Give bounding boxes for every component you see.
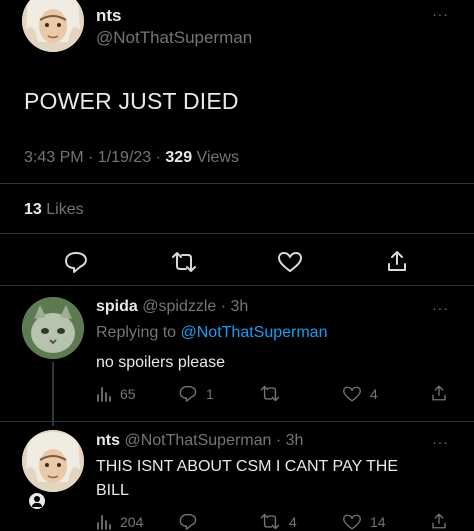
reply1-retweet[interactable] (259, 385, 289, 402)
reply2-text-line2: BILL (96, 482, 129, 499)
main-share-icon[interactable] (385, 249, 409, 273)
reply1-replying-to: Replying to @NotThatSuperman (96, 324, 327, 342)
reply2-retweet[interactable]: 4 (259, 513, 297, 530)
avatar-image (22, 430, 84, 492)
reply1-replying-handle[interactable]: @NotThatSuperman (181, 324, 328, 341)
main-tweet-more-button[interactable]: ··· (432, 6, 449, 22)
reply1-like[interactable]: 4 (342, 385, 378, 403)
reply2-more-button[interactable]: ··· (432, 434, 449, 450)
reply1-views-count: 65 (120, 386, 136, 402)
reply1-like-count: 4 (370, 386, 378, 402)
retweet-icon (260, 513, 280, 530)
reply2-handle-time[interactable]: @NotThatSuperman · 3h (124, 432, 303, 449)
reply1-replying-prefix: Replying to (96, 324, 181, 341)
main-tweet-handle[interactable]: @NotThatSuperman (96, 28, 252, 48)
views-icon (97, 387, 111, 402)
main-tweet-likes-count: 13 (24, 201, 42, 218)
reply2-display-name[interactable]: nts (96, 432, 120, 449)
main-tweet-avatar[interactable] (22, 0, 84, 52)
divider-4 (0, 421, 474, 422)
reply1-text: no spoilers please (96, 354, 225, 371)
main-tweet-views-label: Views (192, 149, 239, 166)
main-tweet-meta: 3:43 PM · 1/19/23 · 329 Views (24, 149, 239, 167)
divider-3 (0, 285, 474, 286)
reply1-header: spida @spidzzle · 3h (96, 298, 248, 316)
reply2-reply[interactable] (178, 512, 206, 531)
main-retweet-icon[interactable] (170, 251, 198, 273)
main-like-icon[interactable] (277, 250, 303, 274)
reply1-avatar[interactable] (22, 297, 84, 359)
reply1-reply-count: 1 (206, 385, 214, 402)
reply1-reply[interactable]: 1 (178, 384, 214, 403)
reply2-avatar[interactable] (22, 430, 84, 492)
reply1-display-name[interactable]: spida (96, 298, 138, 315)
reply2-like[interactable]: 14 (342, 513, 386, 531)
main-tweet-text: POWER JUST DIED (24, 88, 239, 114)
reply-icon (179, 513, 197, 530)
like-icon (343, 514, 361, 530)
account-badge-icon (26, 490, 48, 512)
avatar-image (22, 0, 84, 52)
main-tweet-timestamp[interactable]: 3:43 PM · 1/19/23 · (24, 149, 165, 166)
avatar-image (22, 297, 84, 359)
reply2-header: nts @NotThatSuperman · 3h (96, 432, 303, 450)
like-icon (343, 386, 361, 402)
divider-1 (0, 183, 474, 184)
reply1-views[interactable]: 65 (96, 386, 136, 402)
reply2-retweet-count: 4 (289, 513, 297, 530)
reply1-handle-time[interactable]: @spidzzle · 3h (142, 298, 248, 315)
main-tweet-likes[interactable]: 13 Likes (24, 201, 84, 219)
reply2-text-line1: THIS ISNT ABOUT CSM I CANT PAY THE (96, 458, 398, 475)
main-reply-icon[interactable] (63, 250, 89, 274)
thread-line (52, 362, 54, 426)
reply2-share-icon[interactable] (430, 512, 448, 530)
retweet-icon (260, 385, 280, 402)
main-tweet-likes-label: Likes (41, 201, 84, 218)
reply-icon (179, 385, 197, 402)
reply1-more-button[interactable]: ··· (432, 300, 449, 316)
main-tweet-views-count: 329 (165, 149, 193, 166)
divider-2 (0, 233, 474, 234)
main-tweet-display-name[interactable]: nts (96, 6, 122, 26)
reply1-share-icon[interactable] (430, 384, 448, 402)
